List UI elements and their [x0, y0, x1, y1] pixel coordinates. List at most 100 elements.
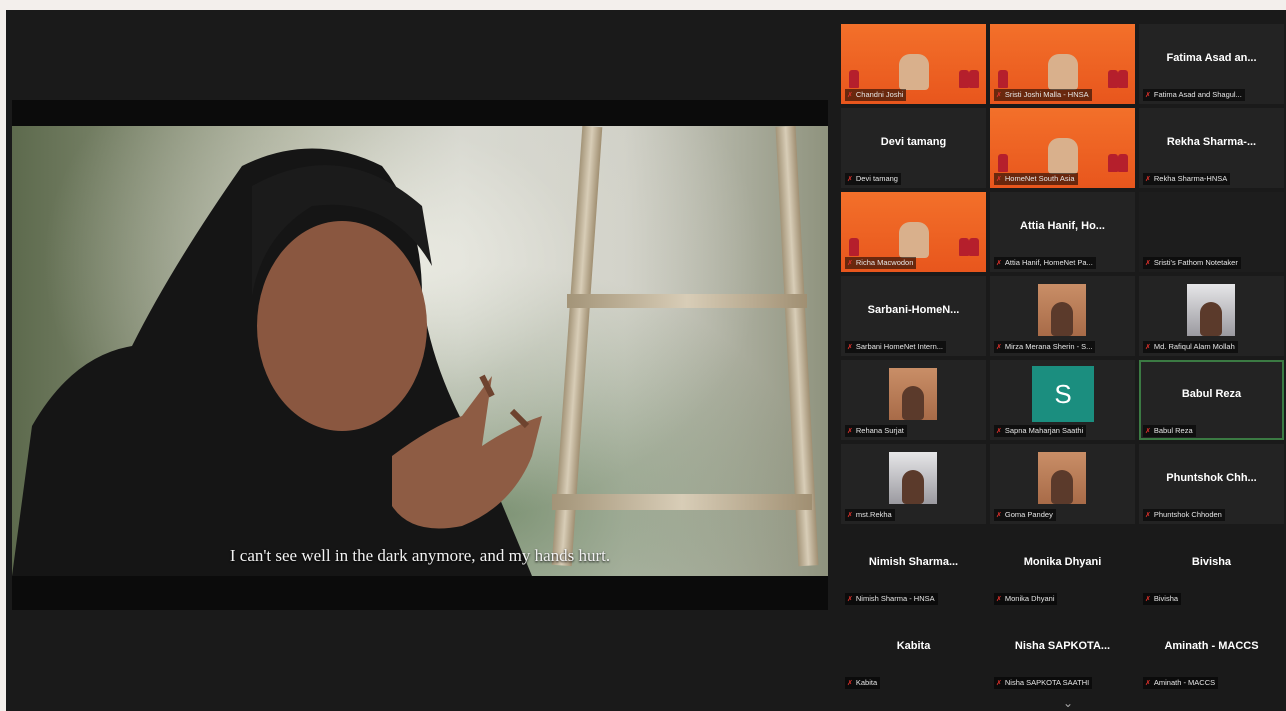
backdrop-figure [998, 70, 1008, 88]
participant-tile[interactable]: Monika Dhyani ✗ Monika Dhyani [990, 528, 1135, 608]
participant-silhouette [902, 386, 924, 420]
participant-display-name: Nimish Sharma... [868, 556, 959, 568]
mic-muted-icon: ✗ [847, 344, 853, 351]
mic-muted-icon: ✗ [847, 512, 853, 519]
mic-muted-icon: ✗ [1145, 512, 1151, 519]
mic-muted-icon: ✗ [996, 596, 1002, 603]
participant-name-label: ✗ HomeNet South Asia [994, 173, 1078, 185]
mic-muted-icon: ✗ [1145, 596, 1151, 603]
participant-tile[interactable]: Rekha Sharma-... ✗ Rekha Sharma-HNSA [1139, 108, 1284, 188]
participant-label-text: Aminath - MACCS [1153, 678, 1216, 687]
participant-video [1038, 284, 1086, 336]
participant-video [1038, 452, 1086, 504]
mic-muted-icon: ✗ [847, 680, 853, 687]
participant-display-name: Rekha Sharma-... [1166, 136, 1257, 148]
mic-muted-icon: ✗ [1145, 680, 1151, 687]
mic-muted-icon: ✗ [1145, 260, 1151, 267]
participant-name-label: ✗ Fatima Asad and Shagul... [1143, 89, 1245, 101]
participant-label-text: Richa Macwodon [855, 258, 914, 267]
mic-muted-icon: ✗ [1145, 428, 1151, 435]
mic-muted-icon: ✗ [847, 92, 853, 99]
participant-name-label: ✗ Phuntshok Chhoden [1143, 509, 1225, 521]
participant-display-name: Babul Reza [1181, 388, 1242, 400]
participant-tile[interactable]: Babul Reza ✗ Babul Reza [1139, 360, 1284, 440]
mic-muted-icon: ✗ [996, 260, 1002, 267]
video-subtitle: I can't see well in the dark anymore, an… [229, 546, 611, 565]
participant-tile[interactable]: ✗ Md. Rafiqul Alam Mollah [1139, 276, 1284, 356]
backdrop-figure [959, 70, 969, 88]
mic-muted-icon: ✗ [996, 428, 1002, 435]
participant-video [889, 452, 937, 504]
mic-muted-icon: ✗ [996, 92, 1002, 99]
participant-display-name: Kabita [896, 640, 931, 652]
participant-name-label: ✗ Rekha Sharma-HNSA [1143, 173, 1231, 185]
participant-tile[interactable]: Nimish Sharma... ✗ Nimish Sharma - HNSA [841, 528, 986, 608]
participant-tile[interactable]: S ✗ Sapna Maharjan Saathi [990, 360, 1135, 440]
mic-muted-icon: ✗ [996, 176, 1002, 183]
participant-label-text: HomeNet South Asia [1004, 174, 1075, 183]
participant-label-text: Sapna Maharjan Saathi [1004, 426, 1084, 435]
mic-muted-icon: ✗ [847, 260, 853, 267]
participant-name-label: ✗ Goma Pandey [994, 509, 1056, 521]
participant-tile[interactable]: Bivisha ✗ Bivisha [1139, 528, 1284, 608]
mic-muted-icon: ✗ [1145, 176, 1151, 183]
participant-label-text: Nisha SAPKOTA SAATHI [1004, 678, 1090, 687]
participant-name-label: ✗ Nisha SAPKOTA SAATHI [994, 677, 1093, 689]
shared-screen[interactable]: I can't see well in the dark anymore, an… [12, 100, 828, 610]
participant-label-text: Nimish Sharma - HNSA [855, 594, 935, 603]
participant-tile[interactable]: ✗ Sristi's Fathom Notetaker [1139, 192, 1284, 272]
participant-tile[interactable]: ✗ Richa Macwodon [841, 192, 986, 272]
participant-video [898, 222, 929, 258]
participant-name-label: ✗ Rehana Surjat [845, 425, 907, 437]
participant-name-label: ✗ Richa Macwodon [845, 257, 917, 269]
participant-gallery: ✗ Chandni Joshi ✗ Sristi Joshi Malla - HNSA… [841, 24, 1286, 711]
participant-tile[interactable]: Aminath - MACCS ✗ Aminath - MACCS [1139, 612, 1284, 692]
participant-silhouette [1051, 470, 1073, 504]
participant-display-name: Aminath - MACCS [1164, 640, 1259, 652]
participant-tile[interactable]: ✗ HomeNet South Asia [990, 108, 1135, 188]
participant-avatar: S [1032, 366, 1094, 422]
mic-muted-icon: ✗ [847, 596, 853, 603]
participant-name-label: ✗ Monika Dhyani [994, 593, 1058, 605]
meeting-window: I can't see well in the dark anymore, an… [6, 10, 1286, 711]
mic-muted-icon: ✗ [1145, 92, 1151, 99]
participant-tile[interactable]: Sarbani-HomeN... ✗ Sarbani HomeNet Intern.… [841, 276, 986, 356]
backdrop-figure [1108, 154, 1118, 172]
participant-label-text: Attia Hanif, HomeNet Pa... [1004, 258, 1093, 267]
shared-video-frame: I can't see well in the dark anymore, an… [12, 126, 828, 576]
participant-tile[interactable]: ✗ Rehana Surjat [841, 360, 986, 440]
participant-video [1187, 284, 1235, 336]
participant-tile[interactable]: Kabita ✗ Kabita [841, 612, 986, 692]
participant-display-name: Phuntshok Chh... [1166, 472, 1257, 484]
participant-tile[interactable]: ✗ Goma Pandey [990, 444, 1135, 524]
backdrop-figure [849, 70, 859, 88]
participant-video [889, 368, 937, 420]
participant-name-label: ✗ Bivisha [1143, 593, 1182, 605]
participant-name-label: ✗ Md. Rafiqul Alam Mollah [1143, 341, 1238, 353]
participant-label-text: mst.Rekha [855, 510, 892, 519]
backdrop-figure [998, 154, 1008, 172]
mic-muted-icon: ✗ [847, 176, 853, 183]
chevron-down-icon[interactable]: ⌄ [1063, 696, 1073, 710]
backdrop-figure [1118, 70, 1128, 88]
participant-display-name: Devi tamang [880, 136, 947, 148]
mic-muted-icon: ✗ [996, 512, 1002, 519]
participant-name-label: ✗ Chandni Joshi [845, 89, 907, 101]
participant-tile[interactable]: Attia Hanif, Ho... ✗ Attia Hanif, HomeNet … [990, 192, 1135, 272]
participant-tile[interactable]: ✗ mst.Rekha [841, 444, 986, 524]
participant-tile[interactable]: ✗ Chandni Joshi [841, 24, 986, 104]
participant-tile[interactable]: Devi tamang ✗ Devi tamang [841, 108, 986, 188]
participant-tile[interactable]: ✗ Mirza Merana Sherin - S... [990, 276, 1135, 356]
mic-muted-icon: ✗ [847, 428, 853, 435]
participant-tile[interactable]: ✗ Sristi Joshi Malla - HNSA [990, 24, 1135, 104]
participant-name-label: ✗ mst.Rekha [845, 509, 895, 521]
participant-tile[interactable]: Fatima Asad an... ✗ Fatima Asad and Shagul… [1139, 24, 1284, 104]
backdrop-figure [1108, 70, 1118, 88]
participant-label-text: Chandni Joshi [855, 90, 904, 99]
participant-display-name: Fatima Asad an... [1166, 52, 1257, 64]
participant-tile[interactable]: Phuntshok Chh... ✗ Phuntshok Chhoden [1139, 444, 1284, 524]
participant-display-name: Monika Dhyani [1023, 556, 1102, 568]
participant-tile[interactable]: Nisha SAPKOTA... ✗ Nisha SAPKOTA SAATHI [990, 612, 1135, 692]
mic-muted-icon: ✗ [996, 344, 1002, 351]
participant-label-text: Phuntshok Chhoden [1153, 510, 1222, 519]
